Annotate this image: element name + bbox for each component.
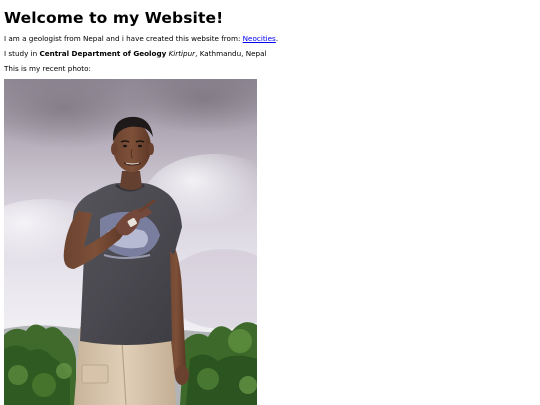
study-prefix: I study in	[4, 49, 40, 58]
study-paragraph: I study in Central Department of Geology…	[4, 49, 267, 58]
neocities-link[interactable]: Neocities	[243, 34, 276, 43]
photo-caption: This is my recent photo:	[4, 64, 91, 73]
profile-photo	[4, 79, 257, 405]
page-title: Welcome to my Website!	[4, 9, 224, 27]
campus-name: Kirtipur	[168, 49, 196, 58]
intro-suffix: .	[275, 34, 279, 43]
intro-paragraph: I am a geologist from Nepal and i have c…	[4, 34, 278, 43]
department-name: Central Department of Geology	[39, 49, 167, 58]
study-location: , Kathmandu, Nepal	[195, 49, 267, 58]
intro-text: I am a geologist from Nepal and i have c…	[4, 34, 243, 43]
profile-photo-image	[4, 79, 257, 405]
